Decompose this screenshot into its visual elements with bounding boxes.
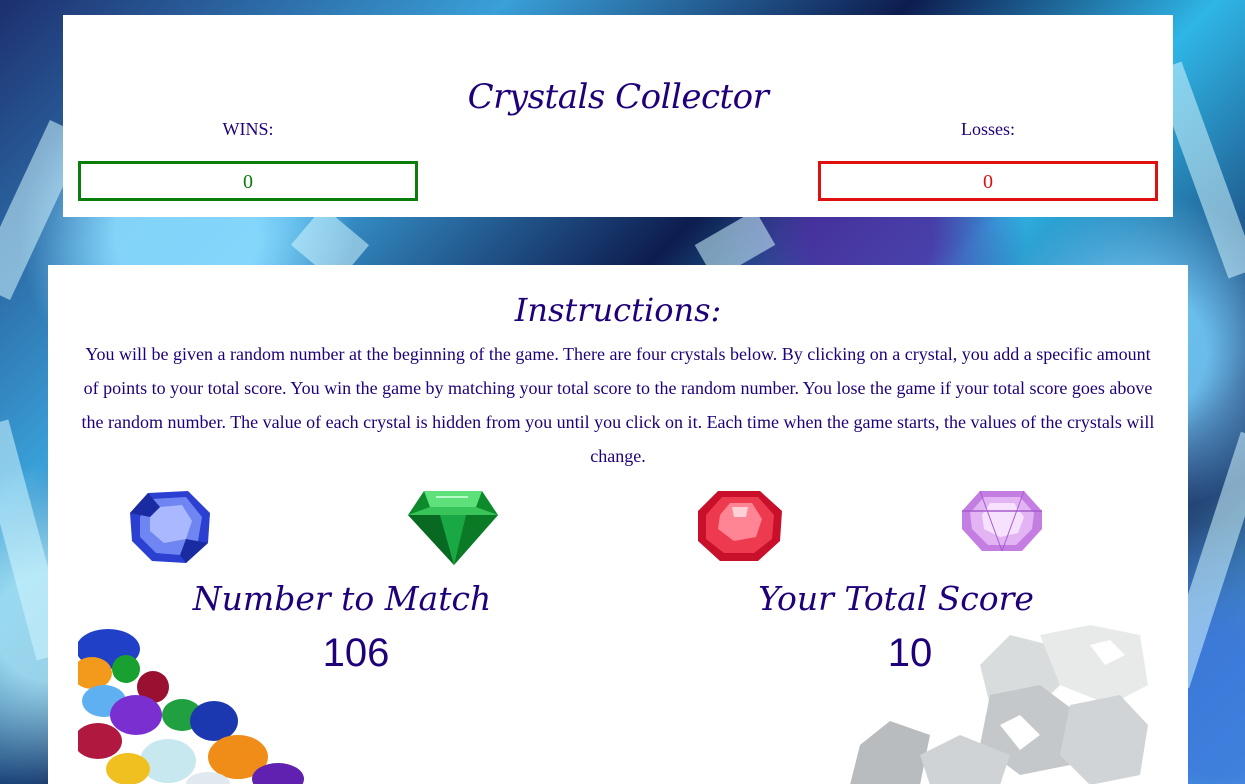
game-panel: Instructions: You will be given a random… — [48, 265, 1188, 784]
instructions-text: You will be given a random number at the… — [81, 344, 1155, 466]
red-crystal-icon — [698, 491, 782, 561]
green-crystal-icon — [408, 491, 498, 565]
purple-crystal-icon — [962, 490, 1042, 552]
instructions-title: Instructions: — [514, 291, 722, 329]
losses-label: Losses: — [961, 119, 1015, 139]
losses-counter: 0 — [818, 161, 1158, 201]
blue-crystal-icon — [130, 491, 210, 563]
scoreboard-panel: Crystals Collector WINS: 0 Losses: 0 — [63, 15, 1173, 217]
number-to-match-value: 106 — [322, 631, 390, 675]
purple-crystal-button[interactable] — [960, 489, 1044, 555]
number-to-match-label: Number to Match — [192, 579, 492, 618]
wins-counter: 0 — [78, 161, 418, 201]
wins-label: WINS: — [222, 119, 274, 139]
green-crystal-button[interactable] — [406, 489, 500, 567]
red-crystal-button[interactable] — [696, 489, 784, 563]
total-score-value: 10 — [887, 631, 933, 675]
total-score-label: Your Total Score — [758, 579, 1034, 618]
game-title: Crystals Collector — [467, 77, 769, 117]
blue-crystal-button[interactable] — [128, 489, 214, 565]
